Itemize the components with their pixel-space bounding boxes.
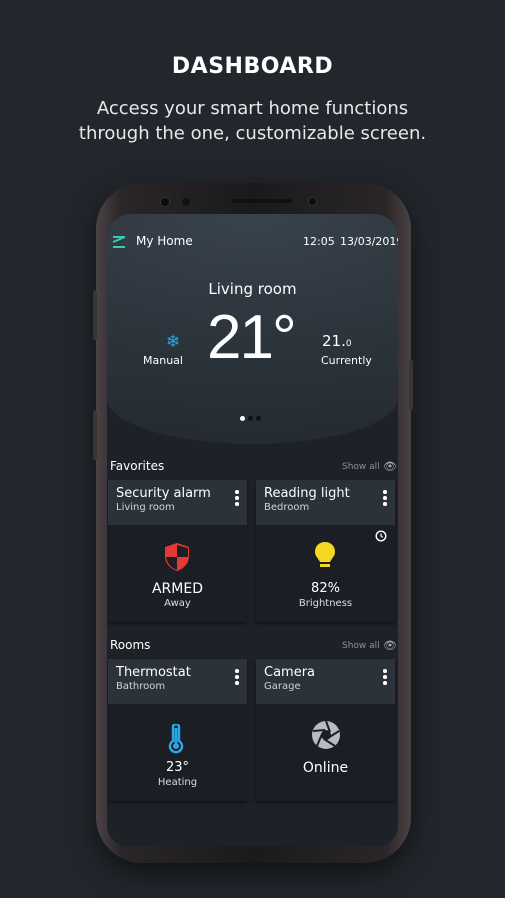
card-title: Reading light	[264, 486, 350, 501]
current-temp-value: 21.	[322, 332, 346, 350]
page-indicator[interactable]	[240, 416, 261, 421]
camera-shutter-icon	[312, 720, 340, 749]
page-dot-active[interactable]	[240, 416, 245, 421]
current-temp: 21.0	[322, 332, 352, 350]
card-label: Brightness	[298, 598, 353, 609]
eye-icon[interactable]: 👁	[383, 460, 397, 473]
front-camera	[308, 197, 317, 206]
card-value: Online	[302, 760, 349, 776]
snowflake-icon: ❄	[166, 332, 181, 352]
room-name: Living room	[208, 280, 297, 298]
card-label: Heating	[157, 777, 198, 788]
mode-label[interactable]: Manual	[143, 354, 183, 367]
card-camera[interactable]: Camera Garage Online	[256, 659, 395, 801]
promo-title: DASHBOARD	[171, 54, 334, 79]
current-label: Currently	[321, 354, 372, 367]
more-icon[interactable]	[383, 669, 387, 687]
card-label: Away	[164, 598, 191, 609]
home-title[interactable]: My Home	[136, 234, 193, 248]
rooms-title: Rooms	[110, 638, 151, 652]
card-title: Security alarm	[116, 486, 211, 501]
card-value: ARMED	[151, 581, 203, 597]
sensor	[182, 198, 190, 206]
menu-icon[interactable]	[112, 234, 126, 253]
card-value: 82%	[311, 581, 340, 596]
bixby-button	[93, 410, 97, 460]
card-subtitle: Living room	[116, 502, 175, 513]
date: 13/03/2019	[340, 235, 398, 248]
card-security-alarm[interactable]: Security alarm Living room ARMED Away	[108, 480, 247, 622]
card-thermostat[interactable]: Thermostat Bathroom 23° Heating	[108, 659, 247, 801]
shield-icon	[165, 543, 189, 571]
lightbulb-icon	[315, 542, 335, 567]
card-subtitle: Garage	[264, 681, 301, 692]
more-icon[interactable]	[235, 490, 239, 508]
subtitle-line: through the one, customizable screen.	[78, 123, 427, 144]
camera-lens	[160, 197, 170, 207]
more-icon[interactable]	[383, 490, 387, 508]
favorites-show-all[interactable]: Show all	[342, 462, 380, 472]
card-title: Thermostat	[116, 665, 191, 680]
power-button	[409, 360, 413, 410]
favorites-title: Favorites	[110, 459, 165, 473]
eye-icon[interactable]: 👁	[383, 639, 397, 652]
card-reading-light[interactable]: Reading light Bedroom 82% Brightness	[256, 480, 395, 622]
app-screen: My Home 12:05 13/03/2019 Living room 21°…	[107, 214, 398, 846]
card-title: Camera	[264, 665, 316, 680]
current-temp-decimal: 0	[345, 339, 352, 349]
more-icon[interactable]	[235, 669, 239, 687]
setpoint[interactable]: 21°	[207, 302, 297, 373]
card-subtitle: Bathroom	[116, 681, 166, 692]
thermometer-icon	[168, 724, 184, 754]
subtitle-line: Access your smart home functions	[96, 98, 409, 119]
card-value: 23°	[165, 760, 190, 775]
page-dot[interactable]	[256, 416, 261, 421]
page-dot[interactable]	[248, 416, 253, 421]
card-subtitle: Bedroom	[264, 502, 310, 513]
volume-button	[93, 290, 97, 340]
clock: 12:05	[303, 235, 335, 248]
earpiece	[232, 199, 292, 203]
clock-icon[interactable]	[375, 530, 387, 542]
promo-subtitle: Access your smart home functions through …	[0, 96, 505, 146]
rooms-show-all[interactable]: Show all	[342, 641, 380, 651]
